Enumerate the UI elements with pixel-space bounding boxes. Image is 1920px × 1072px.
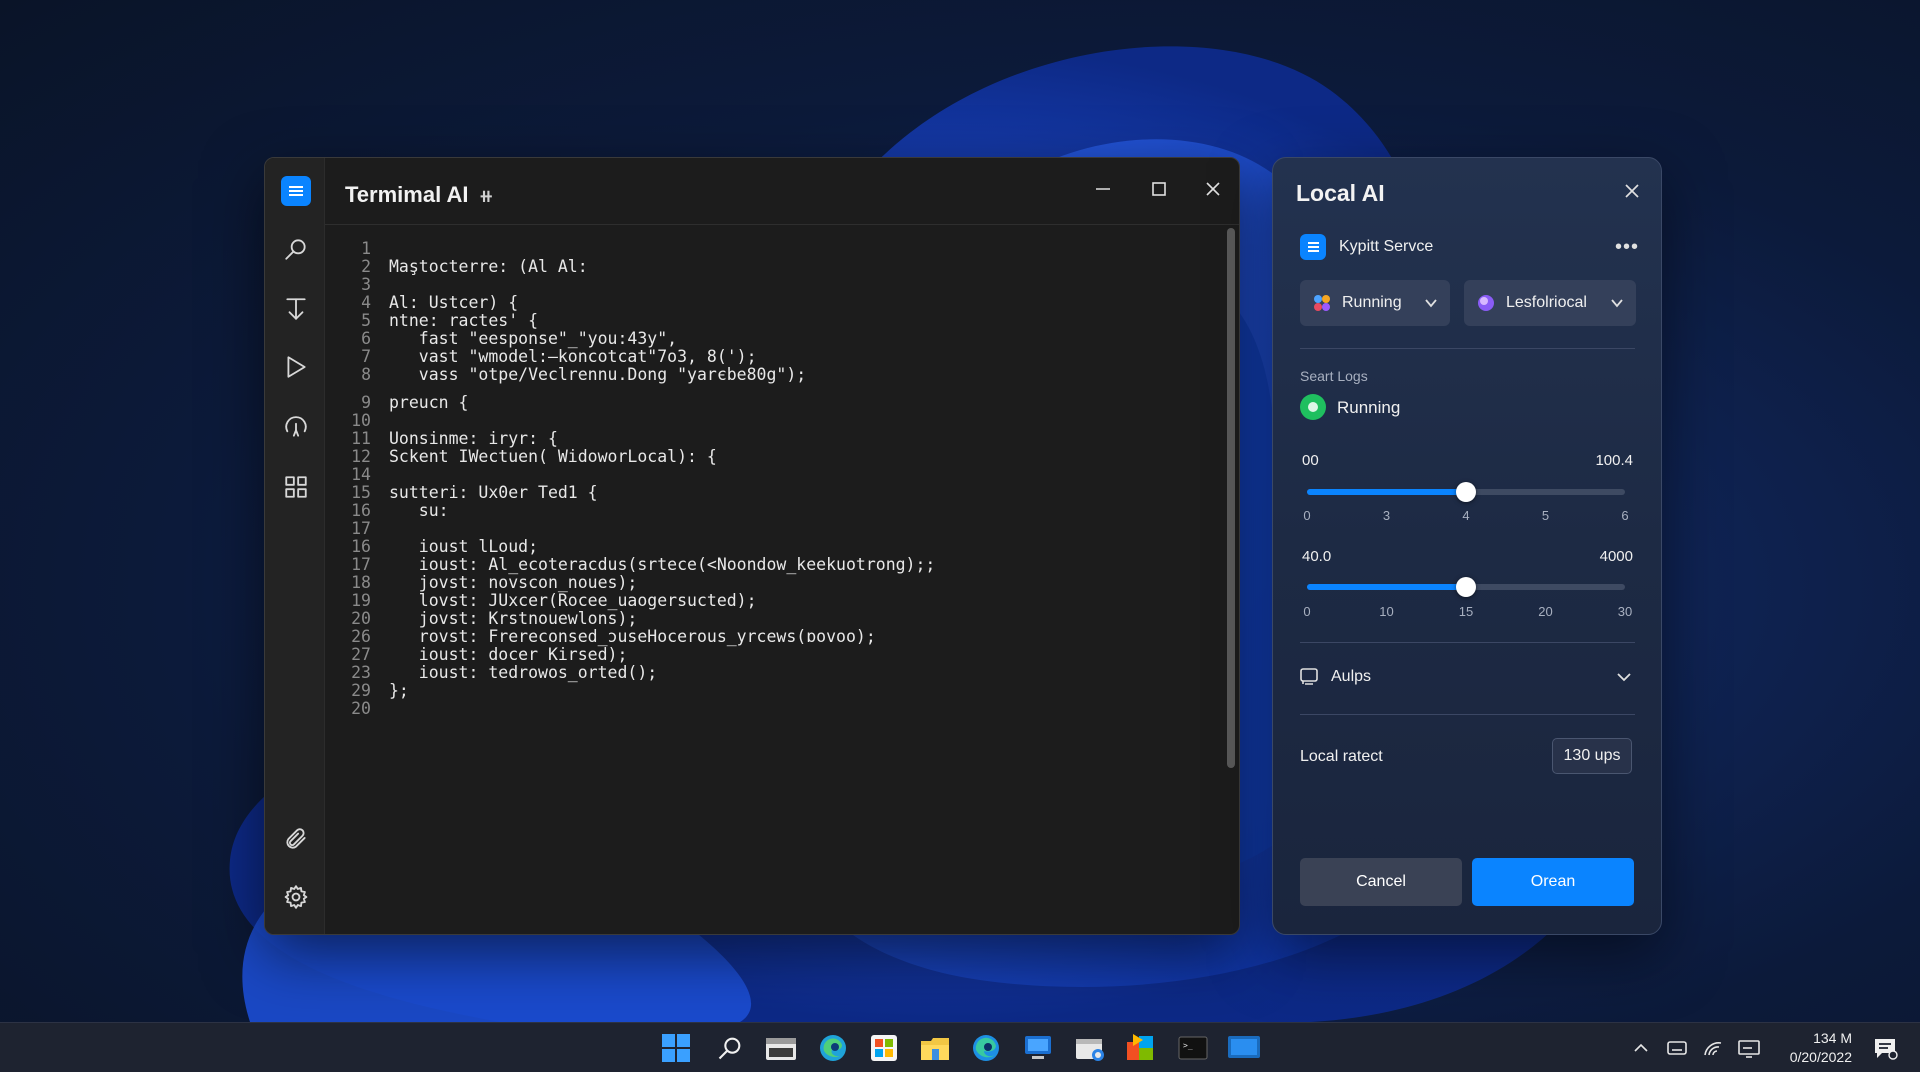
service-name: Kypitt Servce [1339,238,1434,255]
terminal-icon[interactable]: >_ [1175,1030,1211,1066]
mail-icon[interactable] [1072,1030,1108,1066]
slider-tick-label: 0 [1303,508,1311,523]
rate-label: Local ratect [1300,748,1383,765]
code-text: preucn { [389,393,469,412]
terminal-window: Termimal AI ⧺ 1 2 Maştocterre: (Al Al: 3 4 Al… [264,157,1240,935]
edge-icon[interactable] [968,1030,1004,1066]
office-icon[interactable] [1123,1030,1159,1066]
slider-tick-label: 6 [1621,508,1629,523]
line-number: 8 [361,365,371,384]
code-editor[interactable]: 1 2 Maştocterre: (Al Al: 3 4 Al: Ustcer) {5 nt… [325,238,1223,934]
title-divider [325,224,1239,225]
svg-text:>_: >_ [1183,1041,1193,1050]
app-logo-icon[interactable] [281,176,311,206]
status-dropdown[interactable]: Running [1300,280,1450,326]
chevron-up-icon[interactable] [1630,1037,1652,1059]
status-dots-icon [1314,295,1330,311]
clock-time: 134 M [1813,1030,1852,1046]
clock-date: 0/20/2022 [1789,1049,1852,1065]
slider1-max-label: 100.4 [1595,452,1633,469]
file-explorer-icon[interactable] [763,1030,799,1066]
model-orb-icon [1478,295,1494,311]
code-text: Sckent IWectuen( WidoworLocal): { [389,447,717,466]
divider [1300,348,1635,349]
vertical-scrollbar[interactable] [1227,228,1235,768]
logs-status: Running [1337,398,1401,417]
running-status-icon [1300,394,1326,420]
notifications-icon[interactable] [1872,1035,1898,1061]
code-text: Maştocterre: (Al Al: [389,257,588,276]
divider [1300,714,1635,715]
chevron-down-icon[interactable] [1615,668,1633,691]
slider-tick-label: 10 [1379,604,1394,619]
pin-icon[interactable]: ⧺ [479,186,494,206]
display-tray-icon[interactable] [1738,1037,1760,1059]
line-number: 20 [351,699,371,718]
open-button[interactable]: Orean [1472,858,1634,906]
code-text: }; [389,681,409,700]
play-icon[interactable] [277,348,315,386]
slider-tick-label: 30 [1617,604,1633,619]
windows-start-icon[interactable] [658,1030,694,1066]
slider1-fill [1307,489,1466,495]
panel-title: Local AI [1296,180,1385,206]
slider-tick-label: 20 [1538,604,1553,619]
display-icon[interactable] [1020,1030,1056,1066]
slider-tick-label: 5 [1541,508,1550,523]
screen-icon[interactable] [1226,1030,1262,1066]
store-icon[interactable] [866,1030,902,1066]
keyboard-icon[interactable] [1666,1037,1688,1059]
slider1-handle[interactable] [1456,482,1476,502]
window-title-text: Termimal AI [345,182,469,207]
chevron-down-icon [1425,299,1437,308]
code-text: vass "otpe/Veclrennu.Dong "yarєbe80g"); [389,365,807,384]
slider-tick-label: 15 [1458,604,1474,619]
slider-tick-label: 4 [1462,508,1470,523]
edge-icon[interactable] [815,1030,851,1066]
window-title: Termimal AI ⧺ [345,182,494,208]
slider1-track[interactable] [1307,482,1625,502]
slider2-min-label: 40.0 [1302,548,1332,565]
history-icon[interactable] [277,408,315,446]
chevron-down-icon [1611,299,1623,308]
terminal-sidebar [265,158,325,934]
rate-input[interactable]: 130 ups [1552,738,1632,774]
maximize-button[interactable] [1137,172,1181,206]
service-icon [1300,234,1326,260]
slider-tick-label: 3 [1382,508,1391,523]
system-clock[interactable]: 134 M 0/20/2022 [1790,1029,1852,1067]
taskbar: >_ 134 M 0/20/2022 [0,1022,1920,1072]
folder-icon[interactable] [917,1030,953,1066]
code-text: ioust: tedrowos_orted(); [389,663,658,682]
slider2-track[interactable] [1307,577,1625,597]
local-ai-panel: Local AI Kypitt Servce ••• Running Lesfo… [1272,157,1662,935]
apps-grid-icon[interactable] [277,468,315,506]
slider-tick-label: 0 [1303,604,1311,619]
paperclip-icon[interactable] [277,820,315,858]
download-icon[interactable] [277,290,315,328]
slider2-max-label: 4000 [1599,548,1633,565]
more-options-button[interactable]: ••• [1615,236,1639,259]
cancel-button[interactable]: Cancel [1300,858,1462,906]
slider1-min-label: 00 [1302,452,1319,469]
logs-label: Seart Logs [1300,368,1368,384]
section-toggle-label[interactable]: Aulps [1331,668,1371,686]
monitor-icon [1299,666,1319,686]
search-icon[interactable] [277,230,315,268]
code-text: su: [389,501,449,520]
status-dropdown-value: Running [1342,294,1402,311]
model-dropdown[interactable]: Lesfolriocal [1464,280,1636,326]
close-button[interactable] [1191,172,1235,206]
gear-icon[interactable] [277,878,315,916]
wifi-icon[interactable] [1702,1037,1724,1059]
panel-close-button[interactable] [1617,176,1647,206]
slider2-handle[interactable] [1456,577,1476,597]
divider [1300,642,1635,643]
search-icon[interactable] [712,1030,748,1066]
slider2-fill [1307,584,1466,590]
minimize-button[interactable] [1081,172,1125,206]
model-dropdown-value: Lesfolriocal [1506,294,1587,311]
